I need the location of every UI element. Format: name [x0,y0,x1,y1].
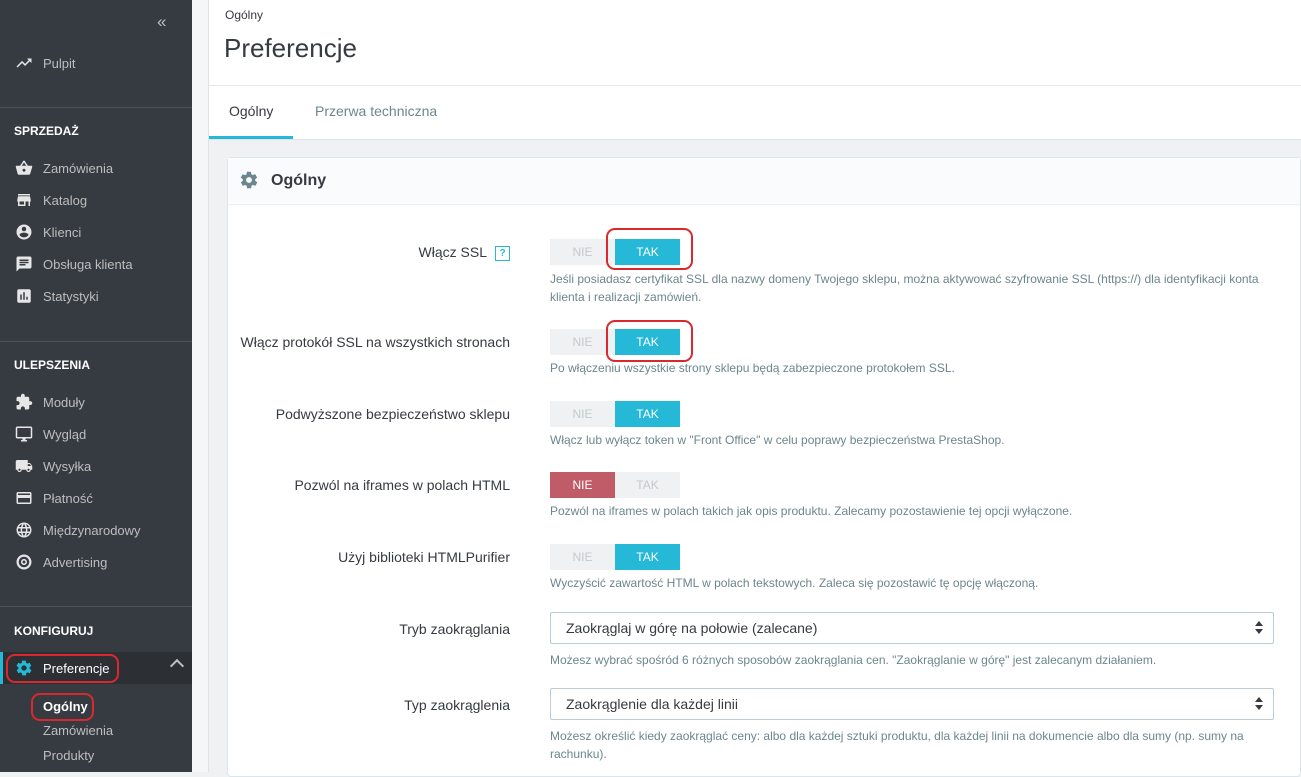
iframes-help: Pozwól na iframes w polach takich jak op… [550,504,1073,518]
panel-header: Ogólny [228,158,1300,205]
page-header: Ogólny Preferencje Ogólny Przerwa techni… [209,0,1301,140]
switch-no[interactable]: NIE [550,472,615,498]
ssl-all-pages-help: Po włączeniu wszystkie strony sklepu będ… [550,361,955,375]
rounding-mode-label: Tryb zaokrąglania [399,621,510,637]
sidebar-item-label: Wygląd [43,426,87,442]
sidebar-item-customers[interactable]: Klienci [0,216,192,248]
highlight-ring [606,228,693,270]
sidebar-subitem-orders[interactable]: Zamówienia [43,723,113,738]
section-title-configure: KONFIGURUJ [14,624,94,638]
switch-no[interactable]: NIE [550,544,615,570]
select-value: Zaokrąglaj w górę na połowie (zalecane) [566,620,818,636]
trending-up-icon [15,54,33,72]
sidebar-item-customer-service[interactable]: Obsługa klienta [0,248,192,280]
highlight-ring [606,320,693,362]
sidebar-item-catalog[interactable]: Katalog [0,184,192,216]
sidebar-item-payment[interactable]: Płatność [0,482,192,514]
globe-icon [15,521,33,539]
collapse-sidebar-icon[interactable]: « [157,12,167,32]
ssl-label-text: Włącz SSL [418,244,487,260]
sidebar-item-modules[interactable]: Moduły [0,386,192,418]
basket-icon [15,159,33,177]
target-icon [15,553,33,571]
switch-yes[interactable]: TAK [615,544,680,570]
security-help: Włącz lub wyłącz token w "Front Office" … [550,433,1005,447]
panel-title: Ogólny [271,172,327,189]
sidebar-subitem-products[interactable]: Produkty [43,748,94,763]
sidebar-item-dashboard[interactable]: Pulpit [0,47,192,79]
switch-yes[interactable]: TAK [615,401,680,427]
sidebar-item-label: Wysyłka [43,458,92,474]
iframes-switch[interactable]: NIE TAK [550,472,680,498]
truck-icon [15,457,33,475]
select-value: Zaokrąglenie dla każdej linii [566,696,738,712]
chat-icon [15,255,33,273]
switch-no[interactable]: NIE [550,401,615,427]
tabs-bar: Ogólny Przerwa techniczna [209,85,1301,140]
puzzle-icon [15,393,33,411]
sidebar-item-label: Moduły [43,394,85,410]
rounding-mode-help: Możesz wybrać spośród 6 różnych sposobów… [550,653,1157,667]
help-icon[interactable]: ? [495,245,510,261]
security-switch[interactable]: NIE TAK [550,401,680,427]
credit-card-icon [15,489,33,507]
sidebar-item-label: Obsługa klienta [43,256,133,272]
tab-general[interactable]: Ogólny [209,86,294,139]
rounding-type-select[interactable]: Zaokrąglenie dla każdej linii [550,688,1274,720]
sidebar-item-advertising[interactable]: Advertising [0,546,192,578]
gear-icon [239,170,259,190]
rounding-type-help: Możesz określić kiedy zaokrąglać ceny: a… [550,729,1244,761]
sidebar-item-label: Płatność [43,490,93,506]
section-title-improvements: ULEPSZENIA [14,358,91,372]
sidebar-item-label: Advertising [43,554,108,570]
sidebar-item-design[interactable]: Wygląd [0,418,192,450]
sidebar-item-label: Klienci [43,224,82,240]
select-arrows-icon [1255,621,1263,635]
switch-yes[interactable]: TAK [615,472,680,498]
htmlpurifier-switch[interactable]: NIE TAK [550,544,680,570]
chevron-up-icon[interactable] [169,658,185,674]
breadcrumb[interactable]: Ogólny [225,8,263,22]
ssl-all-pages-label: Włącz protokół SSL na wszystkich stronac… [240,334,510,350]
desktop-icon [15,425,33,443]
ssl-label: Włącz SSL? [419,244,510,261]
sidebar-item-international[interactable]: Międzynarodowy [0,514,192,546]
account-circle-icon [15,223,33,241]
rounding-type-label: Typ zaokrąglenia [404,697,510,713]
store-icon [15,191,33,209]
general-panel: Ogólny [227,157,1301,777]
iframes-label: Pozwól na iframes w polach HTML [294,477,510,493]
section-title-sales: SPRZEDAŻ [14,124,79,138]
sidebar-item-label: Statystyki [43,288,99,304]
page-title: Preferencje [224,33,357,63]
rounding-mode-select[interactable]: Zaokrąglaj w górę na połowie (zalecane) [550,612,1274,644]
select-arrows-icon [1255,697,1263,711]
sidebar-item-label: Pulpit [43,55,76,71]
highlight-ring [31,693,94,721]
sidebar-item-label: Międzynarodowy [43,522,141,538]
security-label: Podwyższone bezpieczeństwo sklepu [275,406,510,422]
sidebar-item-label: Zamówienia [43,160,114,176]
scroll-gutter [192,0,209,772]
sidebar-item-label: Katalog [43,192,88,208]
sidebar-item-stats[interactable]: Statystyki [0,280,192,312]
sidebar-item-shipping[interactable]: Wysyłka [0,450,192,482]
htmlpurifier-help: Wyczyścić zawartość HTML w polach teksto… [550,576,1039,590]
htmlpurifier-label: Użyj biblioteki HTMLPurifier [338,549,510,565]
sidebar: « Pulpit SPRZEDAŻ Zamówienia Katalog Kli… [0,0,192,772]
ssl-help: Jeśli posiadasz certyfikat SSL dla nazwy… [550,272,1259,304]
bar-chart-icon [15,287,33,305]
highlight-ring [6,654,119,683]
sidebar-item-orders[interactable]: Zamówienia [0,152,192,184]
active-indicator [0,652,3,684]
tab-maintenance[interactable]: Przerwa techniczna [295,86,457,139]
